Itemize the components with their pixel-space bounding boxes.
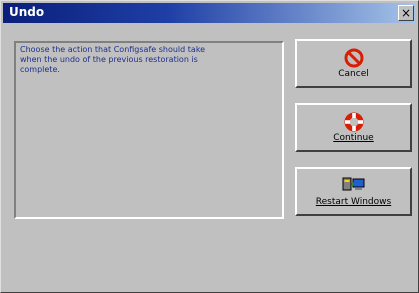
life-ring-icon xyxy=(344,112,363,132)
close-button[interactable]: × xyxy=(398,5,414,21)
message-panel: Choose the action that Configsafe should… xyxy=(14,41,284,219)
title-bar[interactable]: Undo × xyxy=(3,3,416,23)
message-text: Choose the action that Configsafe should… xyxy=(20,45,206,74)
restart-windows-button[interactable]: Restart Windows xyxy=(295,167,412,216)
window-title: Undo xyxy=(9,5,45,19)
cancel-label: Cancel xyxy=(338,69,369,79)
restart-windows-label: Restart Windows xyxy=(315,197,392,207)
continue-label: Continue xyxy=(333,133,374,143)
computer-icon xyxy=(342,177,364,191)
undo-dialog: Undo × Choose the action that Configsafe… xyxy=(0,0,419,293)
no-symbol-icon xyxy=(344,48,363,68)
continue-button[interactable]: Continue xyxy=(295,103,412,152)
cancel-button[interactable]: Cancel xyxy=(295,39,412,88)
